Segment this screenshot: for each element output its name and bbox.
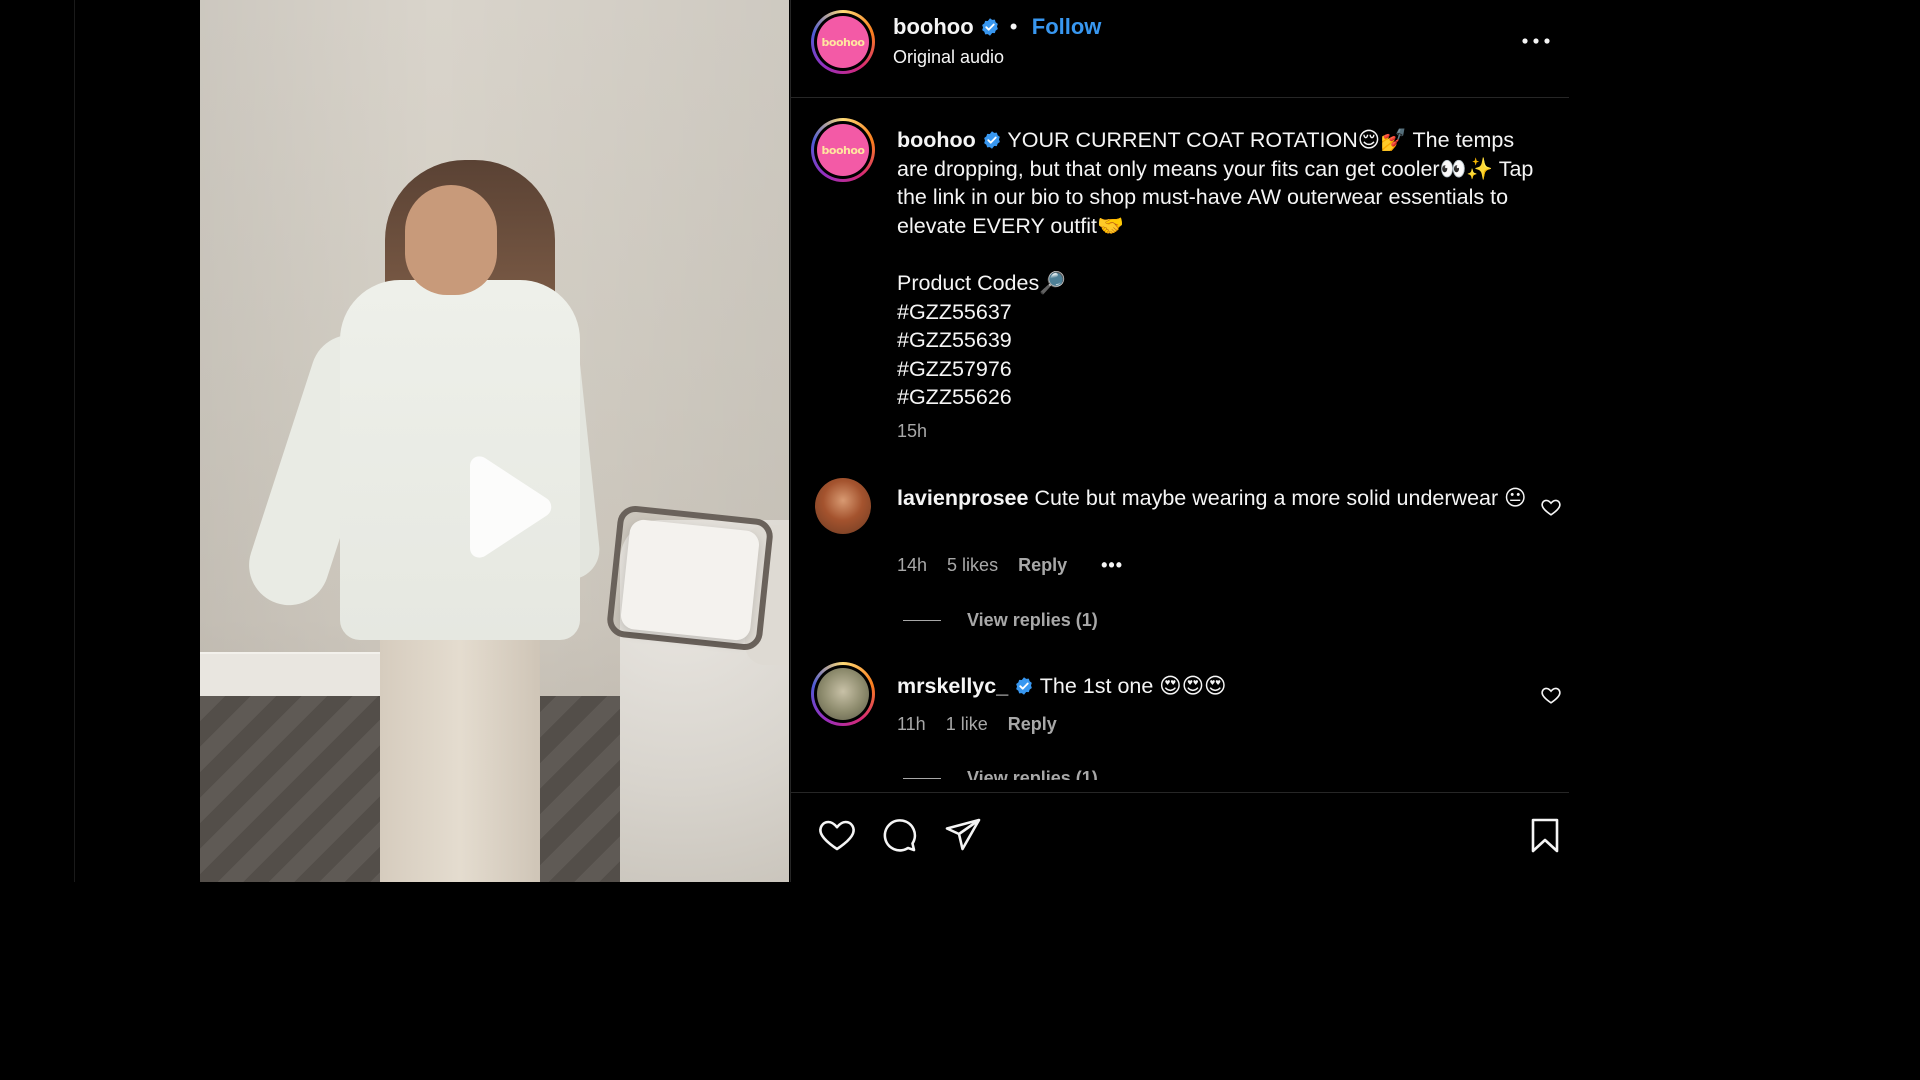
caption-author-avatar[interactable]: boohoo [811,118,875,182]
heart-icon[interactable] [817,815,857,855]
comment-likes[interactable]: 5 likes [947,555,998,576]
video-cushion [619,518,761,642]
comment-avatar[interactable] [815,478,871,534]
post-header: boohoo boohoo • Follow Original audio [791,0,1569,98]
product-code-hashtag[interactable]: #GZZ55626 [897,383,1537,412]
comment-like-heart-icon[interactable] [1540,684,1562,706]
author-username-row: boohoo [893,14,1000,40]
author-avatar[interactable]: boohoo [811,10,875,74]
action-bar [791,792,1569,882]
comment-text: Cute but maybe wearing a more solid unde… [1034,486,1527,510]
avatar-logo-text: boohoo [817,16,869,68]
comment-avatar-photo [817,668,869,720]
share-icon[interactable] [943,815,983,855]
comment-text: The 1st one 😍😍😍 [1039,674,1227,698]
comment-icon[interactable] [879,815,919,855]
product-code-hashtag[interactable]: #GZZ57976 [897,355,1537,384]
comment-likes[interactable]: 1 like [946,714,988,735]
comment-avatar[interactable] [811,662,875,726]
comment-body: lavienprosee Cute but maybe wearing a mo… [897,484,1527,513]
verified-badge-icon [983,131,1000,149]
gutter-divider [74,0,75,882]
comment-more-options-icon[interactable]: ••• [1101,555,1123,576]
play-icon[interactable] [448,452,558,562]
video-person-face [405,185,497,295]
comments-clip [791,780,1569,792]
view-replies-button[interactable]: View replies (1) [903,610,1098,631]
comment-username[interactable]: mrskellyc_ [897,674,1008,698]
avatar-logo-text: boohoo [817,124,869,176]
comment-reply-button[interactable]: Reply [1018,555,1067,576]
verified-badge-icon [981,18,998,36]
view-replies-line [903,778,941,779]
verified-badge-icon [1016,677,1033,695]
reel-video[interactable] [200,0,789,882]
comment-body: mrskellyc_ The 1st one 😍😍😍 [897,672,1527,701]
product-code-hashtag[interactable]: #GZZ55639 [897,326,1537,355]
more-options-icon[interactable] [1521,30,1551,52]
comment-reply-button[interactable]: Reply [1008,714,1057,735]
post-side-panel: boohoo boohoo • Follow Original audio bo… [790,0,1569,882]
comment-meta: 14h 5 likes Reply ••• [897,555,1123,576]
product-codes-label: Product Codes🔎 [897,270,1066,295]
comment-time[interactable]: 14h [897,555,927,576]
view-replies-line [903,620,941,621]
follow-button[interactable]: Follow [1032,14,1102,40]
left-gutter [0,0,200,882]
view-replies-label[interactable]: View replies (1) [967,610,1098,631]
caption-timestamp[interactable]: 15h [897,421,927,442]
bookmark-icon[interactable] [1525,815,1565,855]
header-separator: • [1009,14,1018,39]
comment-like-heart-icon[interactable] [1540,496,1562,518]
post-caption: boohoo YOUR CURRENT COAT ROTATION😌💅 The … [897,126,1537,412]
comment-time[interactable]: 11h [897,714,926,735]
caption-username[interactable]: boohoo [897,128,976,152]
original-audio-link[interactable]: Original audio [893,47,1004,68]
comment-username[interactable]: lavienprosee [897,486,1028,510]
author-username[interactable]: boohoo [893,14,974,39]
comment-meta: 11h 1 like Reply [897,714,1057,735]
product-code-hashtag[interactable]: #GZZ55637 [897,298,1537,327]
